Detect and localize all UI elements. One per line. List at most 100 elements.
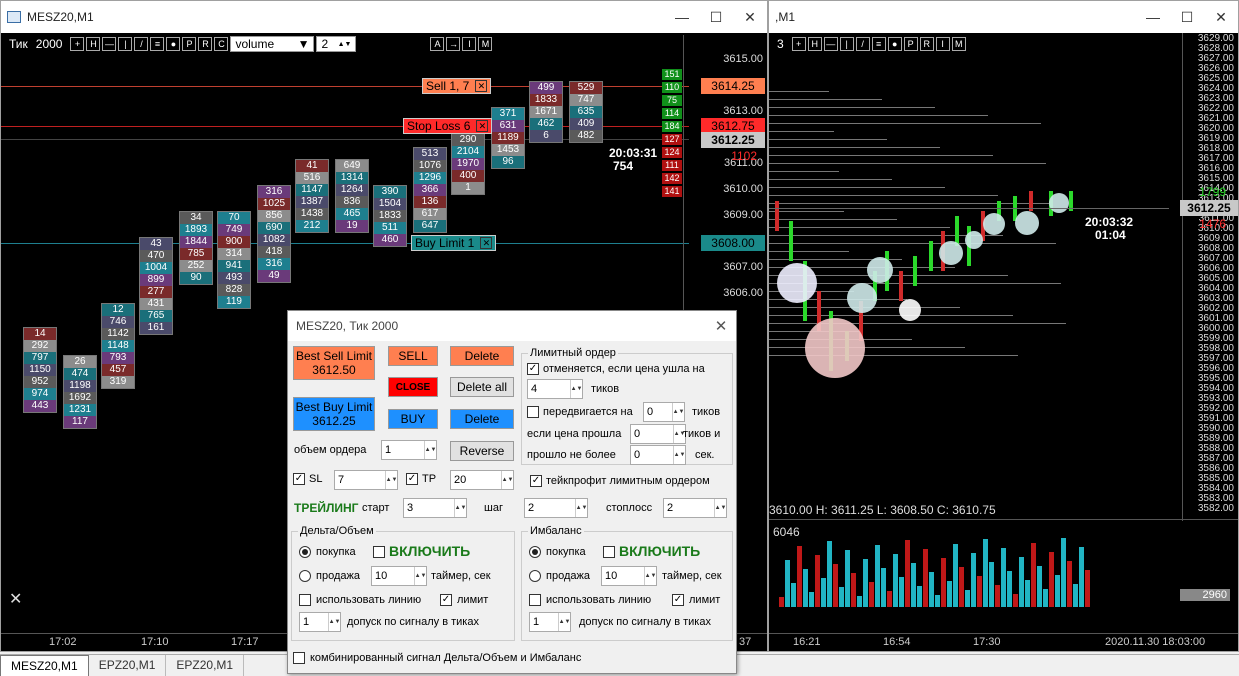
- toolbar-hline-button[interactable]: —: [102, 37, 117, 51]
- moves-checkbox[interactable]: [527, 406, 539, 418]
- tab-epz20-2[interactable]: EPZ20,M1: [166, 655, 245, 676]
- toolbar-a-button[interactable]: A: [430, 37, 445, 51]
- delete-buy-button[interactable]: Delete: [450, 409, 514, 429]
- tab-epz20-1[interactable]: EPZ20,M1: [89, 655, 167, 676]
- right-toolbar-button[interactable]: P: [903, 37, 918, 51]
- sl-spinner[interactable]: 7 ▲▼: [334, 470, 398, 490]
- spinner-arrows-icon[interactable]: ▲▼: [558, 613, 570, 631]
- buy-limit-label[interactable]: Buy Limit 1 ✕: [411, 235, 497, 251]
- spinner-arrows-icon[interactable]: ▲▼: [672, 403, 684, 421]
- delta-sell-radio[interactable]: [299, 570, 311, 582]
- imb-use-line-checkbox[interactable]: [529, 594, 541, 606]
- cluster-cell: 1025: [258, 198, 290, 210]
- best-buy-limit-button[interactable]: Best Buy Limit 3612.25: [293, 397, 375, 431]
- spinner-arrows-icon[interactable]: ▲▼: [424, 441, 436, 459]
- cancel-sell-icon[interactable]: ✕: [475, 80, 488, 92]
- cancel-buy-icon[interactable]: ✕: [480, 237, 493, 249]
- spinner-arrows-icon[interactable]: ▲▼: [673, 446, 685, 464]
- spinner-arrows-icon[interactable]: ▲▼: [385, 471, 397, 489]
- stoploss-spinner[interactable]: 2 ▲▼: [663, 498, 727, 518]
- delta-enable-checkbox[interactable]: [373, 546, 385, 558]
- spinner-arrows-icon[interactable]: ▲▼: [714, 499, 726, 517]
- tools-icon[interactable]: ✕: [9, 589, 22, 609]
- toolbar-h-button[interactable]: H: [86, 37, 101, 51]
- right-toolbar-button[interactable]: I: [935, 37, 950, 51]
- order-volume-spinner[interactable]: 1 ▲▼: [381, 440, 437, 460]
- spinner-arrows-icon[interactable]: ▲▼: [501, 471, 513, 489]
- bubble-marker: [847, 283, 877, 313]
- imb-buy-radio[interactable]: [529, 546, 541, 558]
- delete-sell-button[interactable]: Delete: [450, 346, 514, 366]
- delete-all-button[interactable]: Delete all: [450, 377, 514, 397]
- toolbar-r-button[interactable]: R: [198, 37, 213, 51]
- maximize-icon[interactable]: ☐: [1170, 9, 1204, 26]
- spinner-arrows-icon[interactable]: ▲▼: [328, 613, 340, 631]
- minimize-icon[interactable]: —: [1136, 9, 1170, 26]
- tp-checkbox[interactable]: ✓: [406, 473, 418, 485]
- cancel-spinner[interactable]: 4 ▲▼: [527, 379, 583, 399]
- moves-spinner[interactable]: 0 ▲▼: [643, 402, 685, 422]
- toolbar-plus-button[interactable]: +: [70, 37, 85, 51]
- sl-checkbox[interactable]: ✓: [293, 473, 305, 485]
- tp-limit-checkbox[interactable]: ✓: [530, 475, 542, 487]
- right-toolbar-button[interactable]: ≡: [871, 37, 886, 51]
- volume-select[interactable]: volume ▼: [230, 36, 315, 52]
- maximize-icon[interactable]: ☐: [699, 9, 733, 26]
- combined-signal-checkbox[interactable]: [293, 652, 305, 664]
- right-toolbar-button[interactable]: R: [919, 37, 934, 51]
- spinner-arrows-icon[interactable]: ▲▼: [414, 567, 426, 585]
- imb-limit-checkbox[interactable]: ✓: [672, 594, 684, 606]
- delta-limit-checkbox[interactable]: ✓: [440, 594, 452, 606]
- dialog-close-icon[interactable]: ✕: [706, 317, 736, 335]
- cancel-stop-icon[interactable]: ✕: [476, 120, 489, 132]
- footprint-cluster: 499 1833 1671 462 6: [529, 81, 563, 143]
- trailing-step-spinner[interactable]: 2 ▲▼: [524, 498, 588, 518]
- tab-mesz20[interactable]: MESZ20,M1: [0, 655, 89, 676]
- toolbar-fibo-button[interactable]: ≡: [150, 37, 165, 51]
- right-toolbar-button[interactable]: M: [951, 37, 966, 51]
- delta-use-line-checkbox[interactable]: [299, 594, 311, 606]
- stop-loss-label[interactable]: Stop Loss 6 ✕: [403, 118, 493, 134]
- if-passed-spinner[interactable]: 0 ▲▼: [630, 424, 686, 444]
- right-toolbar-button[interactable]: ●: [887, 37, 902, 51]
- delta-timer-spinner[interactable]: 10 ▲▼: [371, 566, 427, 586]
- best-sell-limit-button[interactable]: Best Sell Limit 3612.50: [293, 346, 375, 380]
- trailing-start-spinner[interactable]: 3 ▲▼: [403, 498, 467, 518]
- imb-sell-radio[interactable]: [529, 570, 541, 582]
- toolbar-i-button[interactable]: I: [462, 37, 477, 51]
- close-position-button[interactable]: CLOSE: [388, 377, 438, 397]
- right-toolbar-button[interactable]: +: [791, 37, 806, 51]
- toolbar-arrow-button[interactable]: →: [446, 37, 461, 51]
- imb-enable-checkbox[interactable]: [603, 546, 615, 558]
- right-toolbar-button[interactable]: —: [823, 37, 838, 51]
- count-spinner[interactable]: 2 ▲▼: [316, 36, 357, 52]
- cancel-checkbox[interactable]: ✓: [527, 363, 539, 375]
- sell-order-label[interactable]: Sell 1, 7 ✕: [422, 78, 492, 94]
- spinner-arrows-icon[interactable]: ▲▼: [454, 499, 466, 517]
- imb-timer-spinner[interactable]: 10 ▲▼: [601, 566, 657, 586]
- spinner-arrows-icon[interactable]: ▲▼: [575, 499, 587, 517]
- sell-button[interactable]: SELL: [388, 346, 438, 366]
- close-icon[interactable]: ✕: [1204, 9, 1238, 26]
- close-icon[interactable]: ✕: [733, 9, 767, 26]
- toolbar-p-button[interactable]: P: [182, 37, 197, 51]
- imb-tolerance-spinner[interactable]: 1 ▲▼: [529, 612, 571, 632]
- toolbar-vline-button[interactable]: |: [118, 37, 133, 51]
- delta-tolerance-spinner[interactable]: 1 ▲▼: [299, 612, 341, 632]
- right-toolbar-button[interactable]: H: [807, 37, 822, 51]
- toolbar-trend-button[interactable]: /: [134, 37, 149, 51]
- toolbar-m-button[interactable]: M: [478, 37, 493, 51]
- right-toolbar-button[interactable]: |: [839, 37, 854, 51]
- delta-buy-radio[interactable]: [299, 546, 311, 558]
- toolbar-c-button[interactable]: C: [214, 37, 229, 51]
- minimize-icon[interactable]: —: [665, 9, 699, 26]
- tp-spinner[interactable]: 20 ▲▼: [450, 470, 514, 490]
- cluster-cell: 14: [24, 328, 56, 340]
- reverse-button[interactable]: Reverse: [450, 441, 514, 461]
- right-toolbar-button[interactable]: /: [855, 37, 870, 51]
- spinner-arrows-icon[interactable]: ▲▼: [644, 567, 656, 585]
- spinner-arrows-icon[interactable]: ▲▼: [570, 380, 582, 398]
- toolbar-circle-button[interactable]: ●: [166, 37, 181, 51]
- no-more-spinner[interactable]: 0 ▲▼: [630, 445, 686, 465]
- buy-button[interactable]: BUY: [388, 409, 438, 429]
